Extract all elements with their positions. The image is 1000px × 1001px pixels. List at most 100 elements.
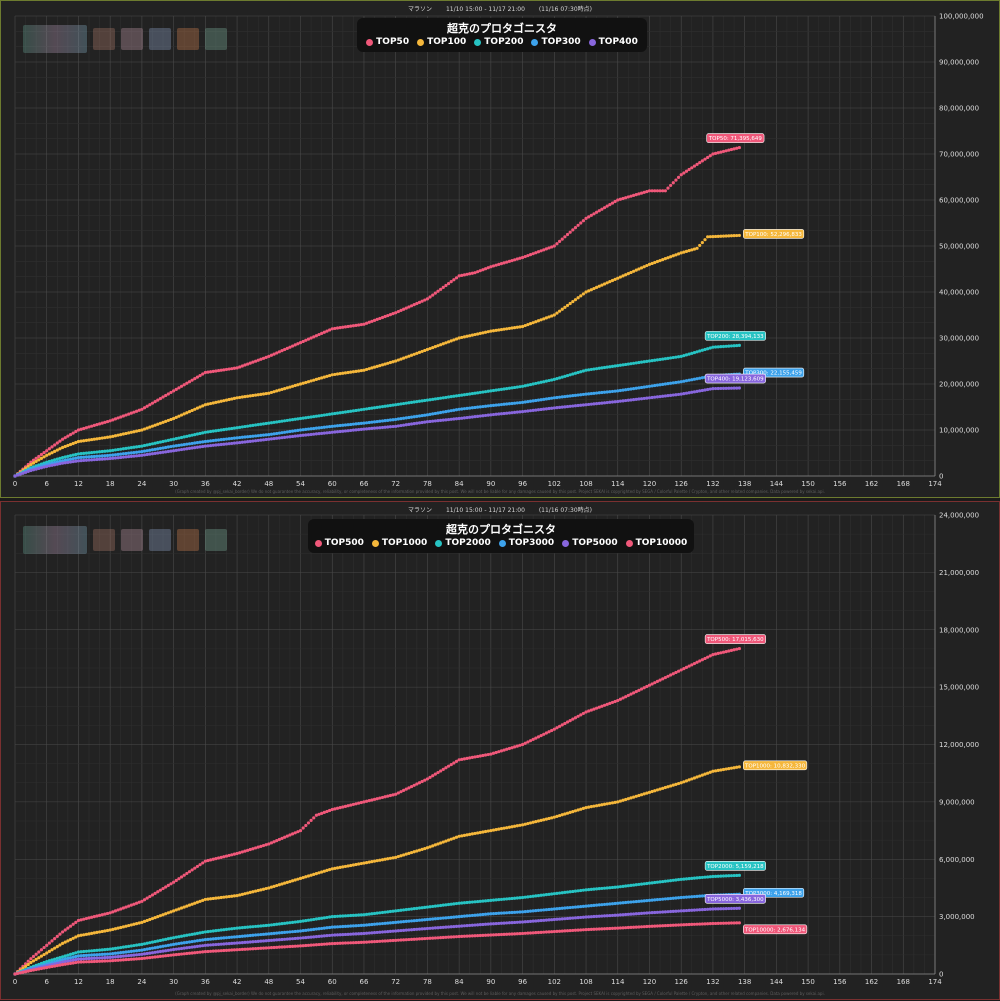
data-point [312,816,316,820]
data-point [698,161,702,165]
data-point [727,649,731,653]
x-tick-label: 18 [106,978,115,986]
x-tick-label: 84 [455,978,464,986]
data-point [203,403,207,407]
data-point [674,178,678,182]
x-tick-label: 24 [137,480,146,488]
data-point [16,971,20,976]
legend-item-top5000[interactable]: TOP5000 [562,538,618,548]
data-point [563,235,567,239]
legend-item-top10000[interactable]: TOP10000 [625,538,688,548]
legend-item-top400[interactable]: TOP400 [588,37,638,47]
y-tick-label: 18,000,000 [939,626,979,634]
legend-items: TOP50 TOP100 TOP200 TOP300 TOP400 [366,37,638,47]
data-point [60,930,65,934]
x-tick-label: 36 [201,480,210,488]
legend-item-top500[interactable]: TOP500 [314,538,364,548]
legend-item-top2000[interactable]: TOP2000 [435,538,491,548]
end-label-text: TOP1000: 10,832,330 [744,763,806,769]
data-point [486,330,490,334]
data-point [581,292,585,296]
data-point [164,937,168,941]
data-point [721,650,726,654]
data-point [536,381,541,385]
data-point [526,383,530,387]
end-label-top1000: TOP1000: 10,832,330 [743,760,808,771]
data-point [698,376,702,380]
data-point [576,296,580,300]
data-point [230,397,234,401]
data-point [687,167,691,172]
data-point [124,431,128,436]
data-point [679,380,683,384]
data-point [50,463,54,467]
data-point [306,821,311,825]
legend-item-top1000[interactable]: TOP1000 [371,538,427,548]
x-tick-label: 126 [675,978,689,986]
data-point [37,950,41,954]
data-point [301,826,305,830]
legend-item-top200[interactable]: TOP200 [474,37,523,47]
x-tick-label: 168 [897,480,910,488]
data-point [68,457,73,461]
data-point [137,428,141,433]
data-point [483,330,488,334]
data-point [737,921,741,925]
data-point [58,462,62,466]
x-tick-label: 66 [360,978,369,986]
data-point [201,431,205,435]
data-point [695,377,699,381]
data-point [158,440,163,444]
x-tick-label: 108 [579,480,592,488]
data-point [682,379,686,383]
data-point [457,274,461,278]
x-tick-label: 54 [296,480,305,488]
data-point [26,962,30,967]
legend-item-top100[interactable]: TOP100 [417,37,466,47]
legend-label: TOP5000 [572,538,618,548]
data-point [555,311,559,315]
data-point [460,273,464,277]
legend-label: TOP10000 [635,538,688,548]
data-point [544,379,548,383]
data-point [108,435,112,439]
data-point [735,647,739,651]
data-point [737,765,741,769]
data-point [74,920,78,924]
data-point [462,335,467,339]
data-point [679,173,683,177]
data-point [425,297,430,301]
data-point [304,823,308,828]
data-point [552,244,556,248]
data-point [39,452,44,457]
data-point [690,378,694,382]
data-point [700,159,704,163]
data-point [53,443,57,447]
data-point [39,948,44,952]
data-point [42,451,46,455]
legend-item-top300[interactable]: TOP300 [531,37,581,47]
data-point [121,432,125,436]
y-tick-label: 12,000,000 [939,741,979,749]
data-point [47,941,51,945]
x-tick-label: 12 [74,480,83,488]
legend-label: TOP200 [484,37,524,47]
x-tick-label: 102 [548,480,561,488]
data-point [737,386,741,390]
y-tick-label: 50,000,000 [939,243,979,251]
end-label-text: TOP2000: 5,159,218 [706,864,764,870]
end-label-text: TOP10000: 2,676,134 [744,927,806,933]
x-tick-label: 102 [548,978,561,986]
legend-item-top50[interactable]: TOP50 [366,37,409,47]
data-point [174,878,178,883]
data-point [158,938,163,943]
data-point [222,399,226,403]
end-label-top10000: TOP10000: 2,676,134 [743,924,808,935]
x-tick-label: 150 [801,978,814,986]
data-point [71,922,75,926]
data-point [185,871,189,876]
data-point [172,880,176,884]
legend-item-top3000[interactable]: TOP3000 [498,538,554,548]
data-point [571,228,575,232]
x-tick-label: 30 [169,480,178,488]
